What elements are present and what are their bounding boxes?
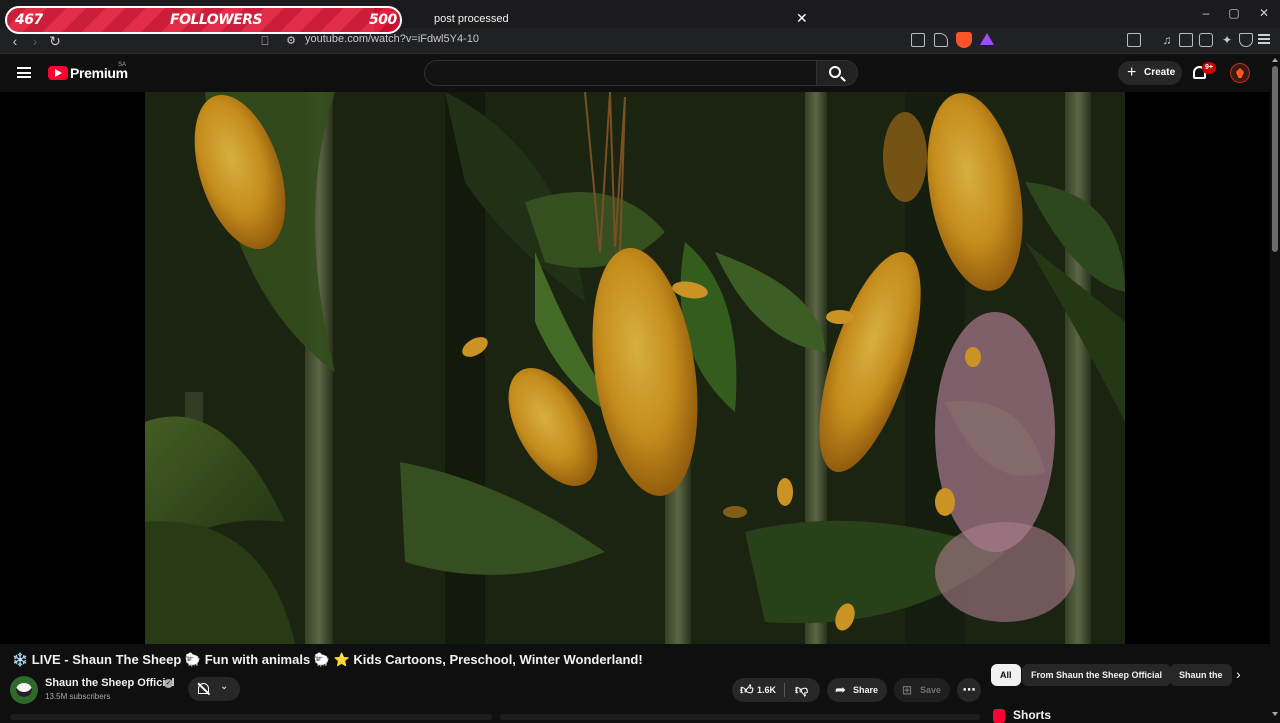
bookmark-icon[interactable]: ⎕	[256, 32, 274, 50]
plus-icon: +	[1127, 64, 1137, 81]
notifications-badge: 9+	[1202, 62, 1216, 74]
address-bar[interactable]: youtube.com/watch?v=iFdwl5Y4-10	[305, 33, 479, 45]
account-avatar[interactable]	[1230, 63, 1250, 83]
save-button[interactable]: ⊞ Save	[894, 678, 950, 702]
description-bar-right	[500, 714, 980, 720]
chevron-right-icon[interactable]: ›	[1236, 666, 1241, 682]
subscriber-count: 13.5M subscribers	[45, 692, 111, 701]
forward-icon[interactable]: ›	[26, 32, 44, 50]
followers-goal: 500	[369, 12, 397, 28]
scroll-down-arrow-icon[interactable]	[1272, 712, 1278, 716]
description-bar	[0, 714, 980, 720]
followers-current: 467	[15, 12, 43, 28]
browser-menu-icon[interactable]	[1258, 34, 1270, 44]
like-count[interactable]: 1.6K	[757, 678, 776, 702]
wallet-icon[interactable]	[1199, 33, 1213, 47]
region-code: SA	[118, 62, 127, 68]
video-scene-cornfield	[145, 92, 1125, 644]
brave-rewards-icon[interactable]	[980, 33, 994, 45]
youtube-logo-icon[interactable]	[48, 66, 68, 80]
channel-avatar[interactable]	[10, 676, 38, 704]
screenshot-icon[interactable]	[1127, 33, 1141, 47]
media-icon[interactable]: ♫	[1158, 31, 1176, 49]
share-button[interactable]: ➦ Share	[827, 678, 887, 702]
close-window-button[interactable]: ✕	[1250, 4, 1278, 22]
back-icon[interactable]: ‹	[6, 32, 24, 50]
youtube-masthead: Premium SA + Create 9+	[0, 54, 1280, 92]
followers-label: FOLLOWERS	[170, 12, 263, 28]
search-input[interactable]	[424, 60, 820, 86]
create-label: Create	[1144, 67, 1176, 78]
create-button[interactable]: + Create	[1118, 61, 1182, 85]
chevron-down-icon: ⌄	[220, 681, 229, 692]
like-divider	[784, 683, 785, 697]
verified-badge-icon: ✓	[164, 679, 173, 688]
shorts-icon	[993, 709, 1005, 723]
chip-all[interactable]: All	[991, 664, 1021, 686]
search-query-text[interactable]: post processed	[434, 13, 509, 25]
subscribed-notifications-button[interactable]: ⌄	[188, 677, 240, 701]
video-frame[interactable]	[145, 92, 1125, 644]
clear-search-icon[interactable]: ✕	[796, 10, 808, 26]
reload-icon[interactable]: ↻	[46, 32, 64, 50]
share-arrow-icon: ➦	[835, 682, 846, 697]
minimize-button[interactable]: –	[1192, 4, 1220, 22]
save-label: Save	[920, 685, 942, 695]
thumbs-up-icon[interactable]: 👍︎	[740, 678, 754, 702]
thumbs-down-icon[interactable]: 👎︎	[795, 678, 808, 702]
site-info-icon[interactable]: ⚙	[282, 32, 300, 50]
chip-from-channel[interactable]: From Shaun the Sheep Official	[1022, 664, 1172, 686]
search-button[interactable]	[816, 60, 858, 86]
brave-shields-icon[interactable]	[956, 32, 972, 48]
scrollbar-thumb[interactable]	[1272, 66, 1278, 252]
search-icon	[829, 66, 841, 78]
scroll-up-arrow-icon[interactable]	[1272, 58, 1278, 62]
guide-menu-icon[interactable]	[17, 67, 31, 78]
channel-name[interactable]: Shaun the Sheep Official	[45, 677, 175, 689]
notifications-off-icon	[198, 683, 209, 694]
sidebar-icon[interactable]	[1179, 33, 1193, 47]
like-dislike-group: 👍︎ 1.6K 👎︎	[732, 678, 820, 702]
share-label: Share	[853, 685, 879, 695]
restore-button[interactable]: ▢	[1220, 4, 1248, 22]
leo-ai-icon[interactable]: ✦	[1218, 31, 1236, 49]
followers-goal-widget: 467 FOLLOWERS 500	[5, 6, 402, 34]
video-player[interactable]	[0, 92, 1270, 644]
page-scrollbar[interactable]	[1270, 54, 1280, 720]
vpn-icon[interactable]	[1239, 33, 1253, 47]
chip-shaun-the[interactable]: Shaun the	[1170, 664, 1232, 686]
save-playlist-icon: ⊞	[902, 683, 913, 697]
more-actions-icon[interactable]: ⋯	[957, 678, 981, 702]
video-title: ❄️ LIVE - Shaun The Sheep 🐑 Fun with ani…	[12, 652, 643, 667]
cast-icon[interactable]	[911, 33, 925, 47]
description-bar-left	[10, 714, 492, 720]
share-page-icon[interactable]	[934, 33, 948, 47]
